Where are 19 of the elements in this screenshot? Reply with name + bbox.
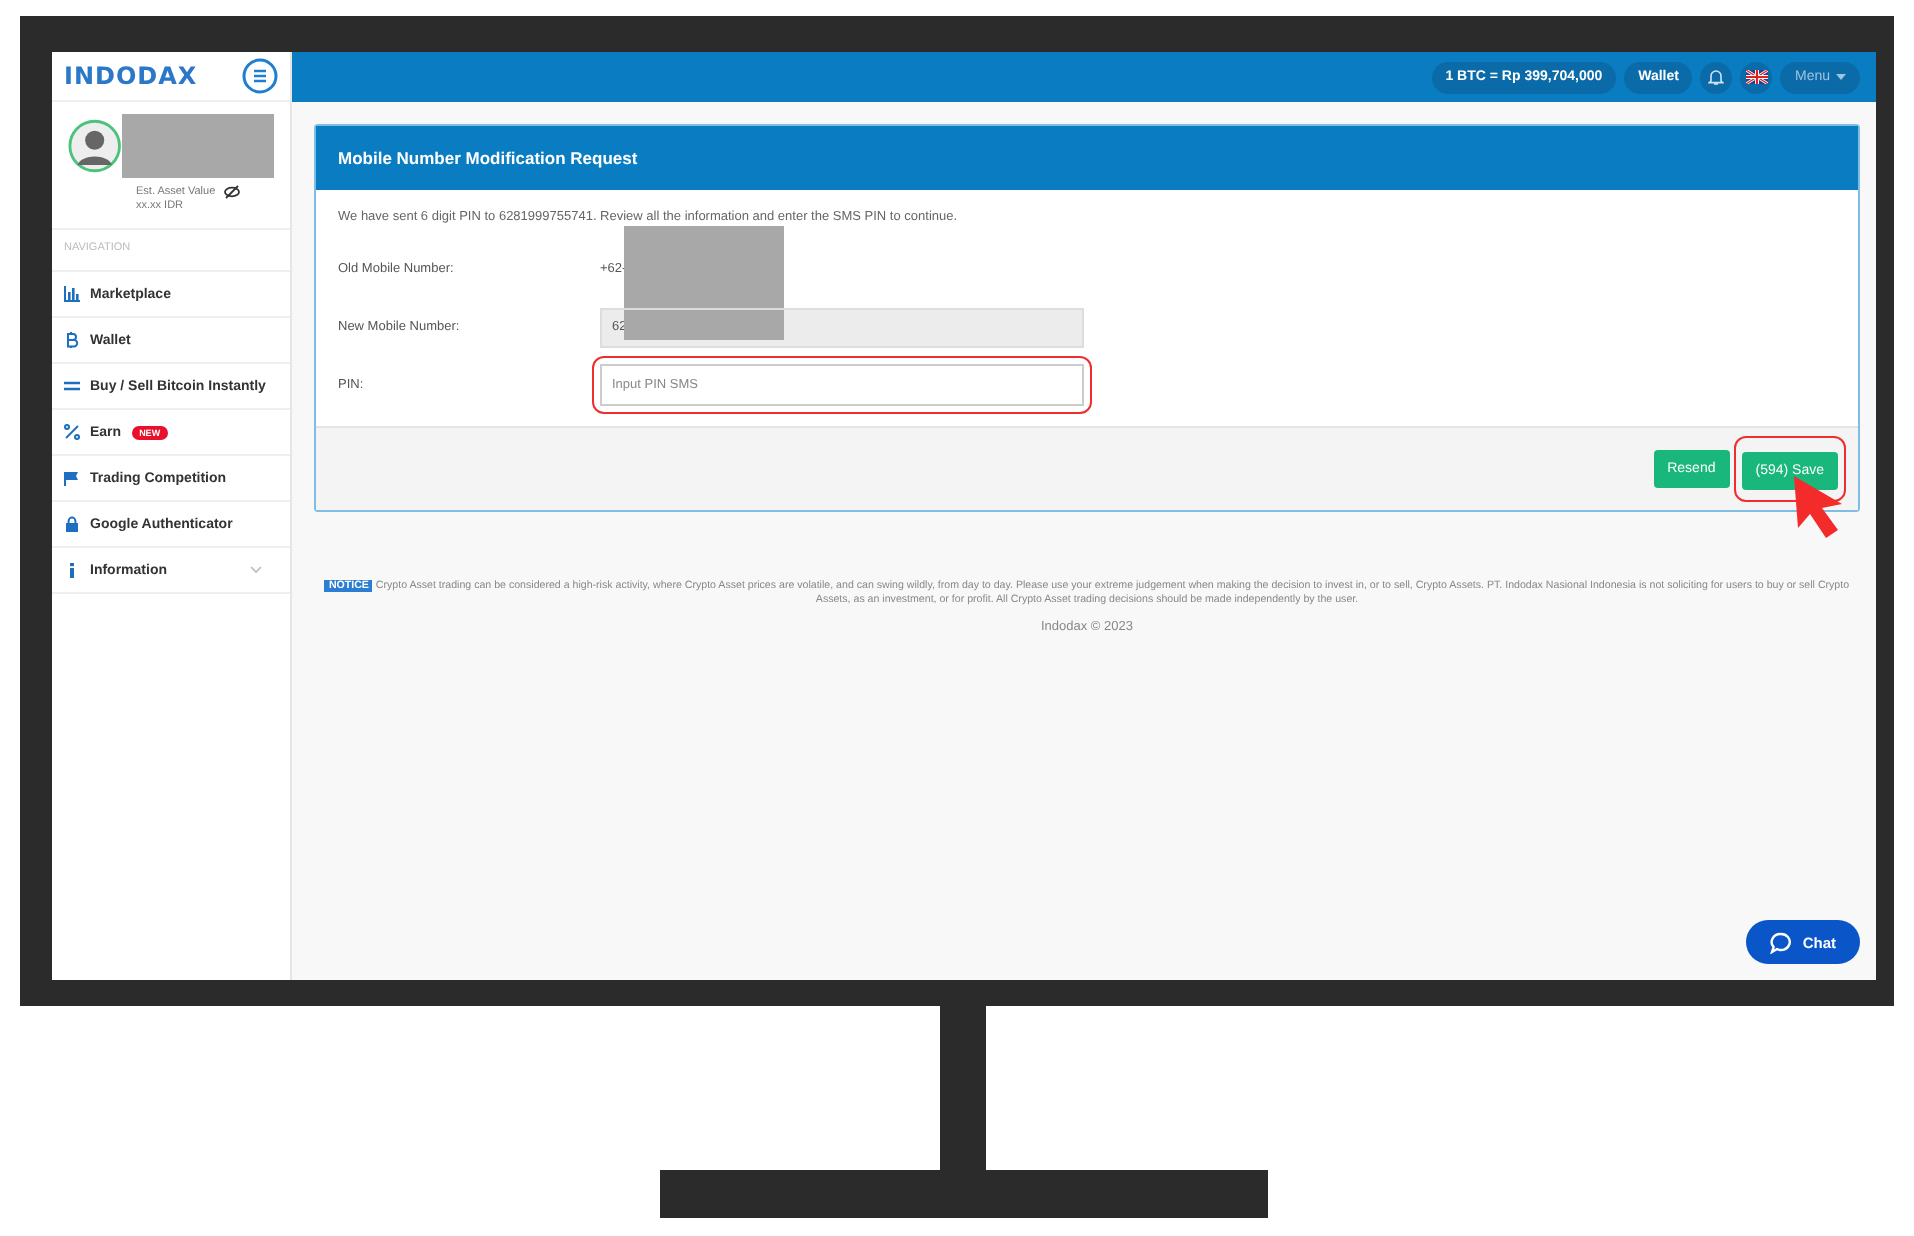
flag-icon xyxy=(1745,70,1768,84)
language-button[interactable] xyxy=(1740,61,1773,93)
info-icon xyxy=(64,562,80,578)
lock-icon xyxy=(64,516,80,532)
eye-off-icon[interactable] xyxy=(223,184,240,200)
chevron-down-icon xyxy=(250,566,262,574)
logo[interactable]: INDODAX xyxy=(64,62,198,90)
avatar-icon xyxy=(68,118,122,174)
notification-button[interactable] xyxy=(1700,61,1733,93)
flag-icon xyxy=(64,470,80,486)
card-title: Mobile Number Modification Request xyxy=(338,148,638,168)
menu-icon[interactable] xyxy=(242,58,278,94)
caret-icon xyxy=(1836,74,1846,80)
chat-bubble-icon xyxy=(1770,931,1793,953)
bitcoin-icon xyxy=(64,332,80,348)
chart-icon xyxy=(64,286,80,302)
swap-icon xyxy=(64,378,80,394)
bell-icon xyxy=(1708,68,1725,86)
percent-icon xyxy=(64,424,80,440)
